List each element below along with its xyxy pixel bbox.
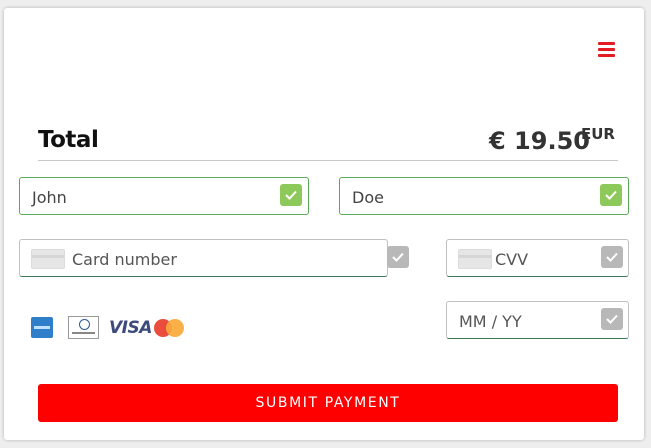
cvv-check-icon xyxy=(601,246,623,268)
card-brands: VISA xyxy=(31,316,191,340)
card-number-icon xyxy=(31,249,65,269)
total-divider xyxy=(38,160,618,161)
submit-payment-button[interactable]: SUBMIT PAYMENT xyxy=(38,384,618,422)
expiry-placeholder: MM / YY xyxy=(459,312,522,331)
first-name-check-icon xyxy=(280,184,302,206)
expiry-check-icon xyxy=(601,308,623,330)
cvv-card-icon xyxy=(458,249,492,269)
payment-card: Total € 19.50 EUR John Doe Card number C… xyxy=(4,8,644,440)
cvv-placeholder: CVV xyxy=(495,250,529,269)
visa-icon: VISA xyxy=(109,318,152,338)
total-amount: € 19.50 xyxy=(489,127,590,155)
mastercard-icon xyxy=(154,319,184,337)
first-name-value: John xyxy=(32,188,67,207)
currency-code: EUR xyxy=(581,125,615,143)
card-number-field[interactable]: Card number xyxy=(19,239,409,277)
total-label: Total xyxy=(38,127,99,153)
diners-club-icon xyxy=(68,316,99,339)
last-name-check-icon xyxy=(600,184,622,206)
first-name-field[interactable]: John xyxy=(19,177,309,215)
amex-icon xyxy=(31,317,53,338)
expiry-field[interactable]: MM / YY xyxy=(446,301,629,339)
card-number-placeholder: Card number xyxy=(72,250,177,269)
hamburger-menu-icon[interactable] xyxy=(597,42,617,58)
last-name-field[interactable]: Doe xyxy=(339,177,629,215)
cvv-field[interactable]: CVV xyxy=(446,239,629,277)
last-name-value: Doe xyxy=(352,188,384,207)
card-number-check-icon xyxy=(387,246,409,268)
